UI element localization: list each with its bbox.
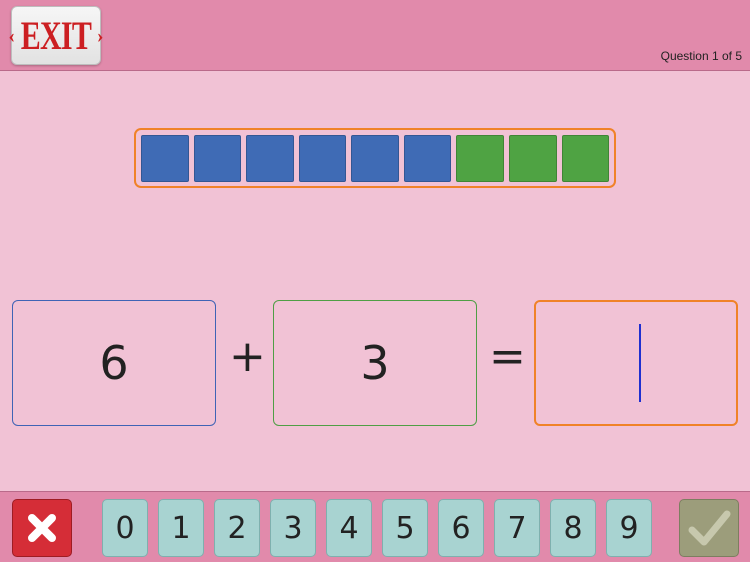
exit-left-arrow-icon: ‹ (8, 24, 16, 47)
digit-key-6[interactable]: 6 (438, 499, 484, 557)
blue-cube (193, 134, 242, 182)
equals-sign: = (489, 331, 526, 382)
addend-a-value: 6 (99, 336, 129, 390)
green-cube (508, 134, 557, 182)
digit-key-9[interactable]: 9 (606, 499, 652, 557)
exit-label: EXIT (20, 12, 92, 58)
addend-b-value: 3 (360, 336, 390, 390)
blue-cube (298, 134, 347, 182)
blue-cube (351, 134, 399, 182)
green-cube (456, 134, 504, 182)
question-progress: Question 1 of 5 (660, 49, 742, 63)
green-cube (561, 134, 610, 182)
digit-key-5[interactable]: 5 (382, 499, 428, 557)
bottom-bar: 0123456789 (0, 491, 750, 562)
number-keypad: 0123456789 (102, 499, 652, 557)
digit-key-8[interactable]: 8 (550, 499, 596, 557)
blue-cube (246, 134, 294, 182)
checkmark-icon (688, 510, 731, 546)
digit-key-3[interactable]: 3 (270, 499, 316, 557)
addend-b-box: 3 (273, 300, 477, 426)
exit-button[interactable]: ‹ EXIT › (8, 6, 104, 65)
digit-key-4[interactable]: 4 (326, 499, 372, 557)
text-cursor (639, 324, 641, 402)
addend-a-box: 6 (12, 300, 216, 426)
submit-button[interactable] (679, 499, 739, 557)
digit-key-0[interactable]: 0 (102, 499, 148, 557)
x-icon (28, 514, 56, 542)
digit-key-1[interactable]: 1 (158, 499, 204, 557)
digit-key-7[interactable]: 7 (494, 499, 540, 557)
exit-right-arrow-icon: › (96, 24, 104, 47)
cube-model-strip (134, 128, 616, 188)
blue-cube (403, 134, 452, 182)
top-bar: ‹ EXIT › Question 1 of 5 (0, 0, 750, 71)
answer-input[interactable] (534, 300, 738, 426)
plus-sign: + (229, 331, 266, 382)
clear-button[interactable] (12, 499, 72, 557)
digit-key-2[interactable]: 2 (214, 499, 260, 557)
blue-cube (141, 134, 189, 182)
